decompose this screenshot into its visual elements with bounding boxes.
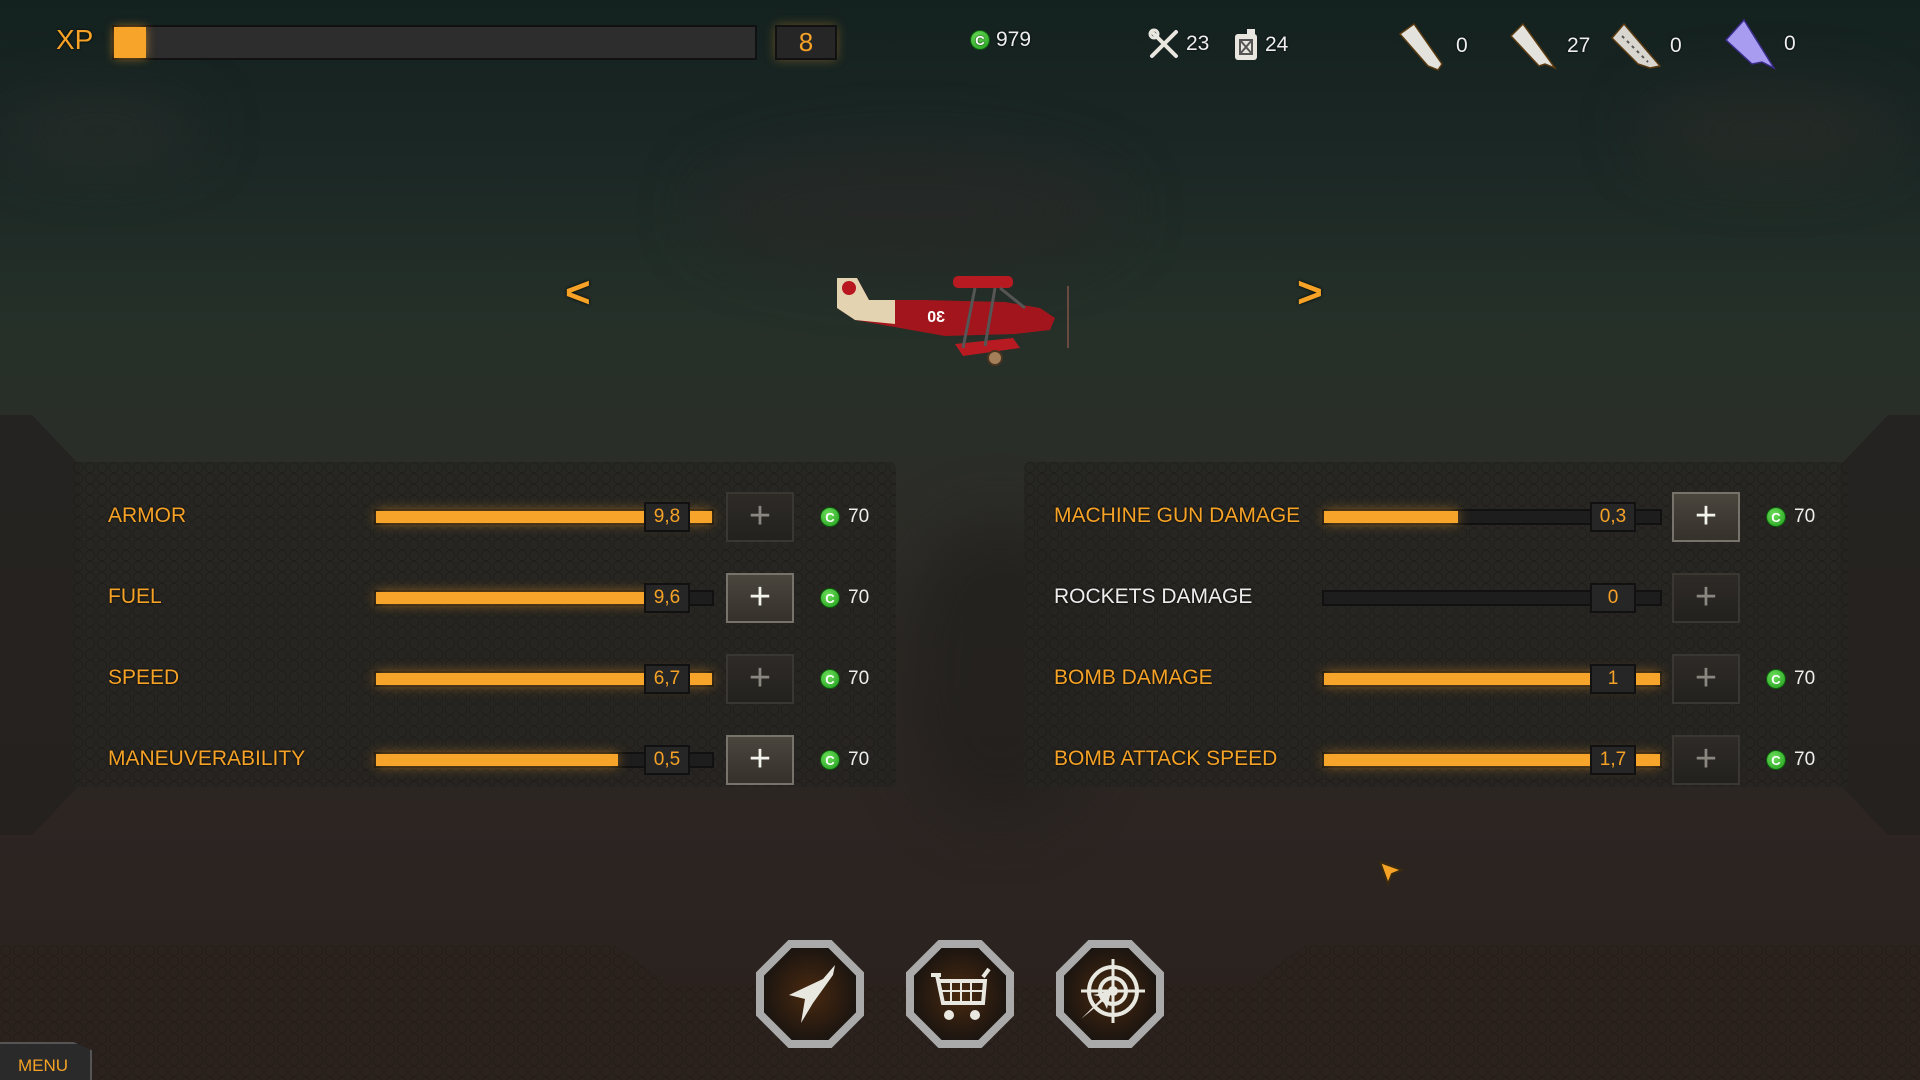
cost-value: 70 bbox=[1794, 668, 1816, 689]
stat-row: FUEL 9,6 + C 70 bbox=[72, 573, 896, 623]
upgrade-plus-button[interactable]: + bbox=[726, 735, 794, 785]
stat-label: MANEUVERABILITY bbox=[108, 747, 306, 770]
fuel-counter: 24 bbox=[1233, 28, 1288, 62]
coin-icon: C bbox=[820, 588, 840, 608]
stat-label: ARMOR bbox=[108, 504, 187, 527]
special-missile-ammo-value: 0 bbox=[1784, 32, 1796, 55]
repair-value: 23 bbox=[1186, 32, 1210, 55]
stat-value: 9,8 bbox=[644, 502, 690, 532]
coin-icon: C bbox=[820, 669, 840, 689]
stat-label: MACHINE GUN DAMAGE bbox=[1054, 504, 1301, 527]
jet-icon bbox=[789, 965, 835, 1023]
cost-value: 70 bbox=[848, 749, 870, 770]
stat-label: BOMB DAMAGE bbox=[1054, 666, 1213, 689]
stat-label: FUEL bbox=[108, 585, 162, 608]
wrench-screwdriver-icon bbox=[1148, 28, 1178, 58]
cost-value: 70 bbox=[848, 668, 870, 689]
bomb-ammo: 0 bbox=[1394, 20, 1468, 72]
cloud bbox=[0, 100, 200, 160]
previous-plane-arrow[interactable]: < bbox=[565, 268, 591, 318]
stat-label: ROCKETS DAMAGE bbox=[1054, 585, 1253, 608]
cost-value: 70 bbox=[1794, 506, 1816, 527]
heavy-missile-ammo: 0 bbox=[1608, 20, 1682, 72]
xp-progress-bar bbox=[112, 25, 757, 60]
stat-row: MANEUVERABILITY 0,5 + C 70 bbox=[72, 735, 896, 785]
stat-row: BOMB DAMAGE 1 + C 70 bbox=[1024, 654, 1848, 704]
stat-row: ROCKETS DAMAGE 0 + bbox=[1024, 573, 1848, 623]
upgrade-cost: C 70 bbox=[820, 668, 869, 690]
repair-counter: 23 bbox=[1148, 28, 1209, 60]
upgrade-plus-button[interactable]: + bbox=[1672, 735, 1740, 785]
upgrade-plus-button[interactable]: + bbox=[1672, 573, 1740, 623]
biplane-image: 30 bbox=[837, 276, 1069, 366]
cloud bbox=[700, 150, 1120, 270]
stat-progress-fill bbox=[376, 754, 618, 766]
rocket-ammo-value: 27 bbox=[1567, 34, 1591, 57]
coin-icon: C bbox=[970, 30, 990, 50]
coins-counter: C 979 bbox=[970, 28, 1031, 52]
bomb-icon bbox=[1398, 22, 1443, 71]
upgrade-plus-button[interactable]: + bbox=[1672, 492, 1740, 542]
coins-value: 979 bbox=[996, 28, 1032, 51]
coin-icon: C bbox=[1766, 669, 1786, 689]
cost-value: 70 bbox=[1794, 749, 1816, 770]
rocket-ammo: 27 bbox=[1505, 20, 1590, 72]
right-frame bbox=[1840, 415, 1920, 835]
xp-progress-fill bbox=[114, 27, 147, 58]
upgrade-plus-button[interactable]: + bbox=[726, 654, 794, 704]
stat-value: 0,5 bbox=[644, 745, 690, 775]
stat-progress-fill bbox=[376, 592, 665, 604]
upgrade-cost: C 70 bbox=[820, 506, 869, 528]
stat-value: 6,7 bbox=[644, 664, 690, 694]
left-frame bbox=[0, 415, 80, 835]
heavy-missile-icon bbox=[1610, 22, 1662, 69]
upgrade-cost: C 70 bbox=[1766, 668, 1815, 690]
upgrade-plus-button[interactable]: + bbox=[726, 573, 794, 623]
special-missile-ammo: 0 bbox=[1722, 16, 1796, 72]
menu-button[interactable]: MENU bbox=[0, 1042, 92, 1080]
cost-value: 70 bbox=[848, 587, 870, 608]
stat-value: 0 bbox=[1590, 583, 1636, 613]
cloud bbox=[1640, 90, 1900, 170]
coin-icon: C bbox=[820, 750, 840, 770]
stat-value: 0,3 bbox=[1590, 502, 1636, 532]
weapon-stats-panel: MACHINE GUN DAMAGE 0,3 + C 70 ROCKETS DAMAGE 0… bbox=[1024, 462, 1848, 787]
stat-progress-fill bbox=[1324, 511, 1459, 523]
target-icon bbox=[1081, 959, 1145, 1023]
coin-icon: C bbox=[1766, 507, 1786, 527]
bomb-ammo-value: 0 bbox=[1456, 34, 1468, 57]
cost-value: 70 bbox=[848, 506, 870, 527]
coin-icon: C bbox=[820, 507, 840, 527]
stat-row: ARMOR 9,8 + C 70 bbox=[72, 492, 896, 542]
xp-label: XP bbox=[56, 24, 94, 55]
stat-label: SPEED bbox=[108, 666, 180, 689]
special-missile-icon bbox=[1724, 18, 1777, 70]
next-plane-arrow[interactable]: > bbox=[1297, 268, 1323, 318]
stat-value: 1 bbox=[1590, 664, 1636, 694]
stat-row: MACHINE GUN DAMAGE 0,3 + C 70 bbox=[1024, 492, 1848, 542]
upgrade-cost: C 70 bbox=[1766, 506, 1815, 528]
mouse-cursor-icon bbox=[1378, 860, 1405, 887]
fuel-value: 24 bbox=[1265, 33, 1289, 56]
plane-number: 30 bbox=[927, 309, 945, 326]
upgrade-cost: C 70 bbox=[820, 587, 869, 609]
upgrade-cost: C 70 bbox=[1766, 749, 1815, 771]
stat-value: 9,6 bbox=[644, 583, 690, 613]
upgrade-plus-button[interactable]: + bbox=[726, 492, 794, 542]
coin-icon: C bbox=[1766, 750, 1786, 770]
upgrade-plus-button[interactable]: + bbox=[1672, 654, 1740, 704]
plane-stats-panel: ARMOR 9,8 + C 70 FUEL 9,6 + C 70 SPEED 6,7 + C 70 MANEU… bbox=[72, 462, 896, 787]
stat-row: SPEED 6,7 + C 70 bbox=[72, 654, 896, 704]
upgrade-cost: C 70 bbox=[820, 749, 869, 771]
stat-value: 1,7 bbox=[1590, 745, 1636, 775]
stat-row: BOMB ATTACK SPEED 1,7 + C 70 bbox=[1024, 735, 1848, 785]
stat-label: BOMB ATTACK SPEED bbox=[1054, 747, 1278, 770]
top-bar: XP 8 C 979 23 24 0 27 0 0 bbox=[0, 0, 1920, 90]
heavy-missile-ammo-value: 0 bbox=[1670, 34, 1682, 57]
cart-icon bbox=[931, 967, 991, 1020]
fuel-canister-icon bbox=[1235, 29, 1257, 60]
rocket-icon bbox=[1509, 22, 1558, 70]
level-indicator: 8 bbox=[775, 25, 837, 60]
